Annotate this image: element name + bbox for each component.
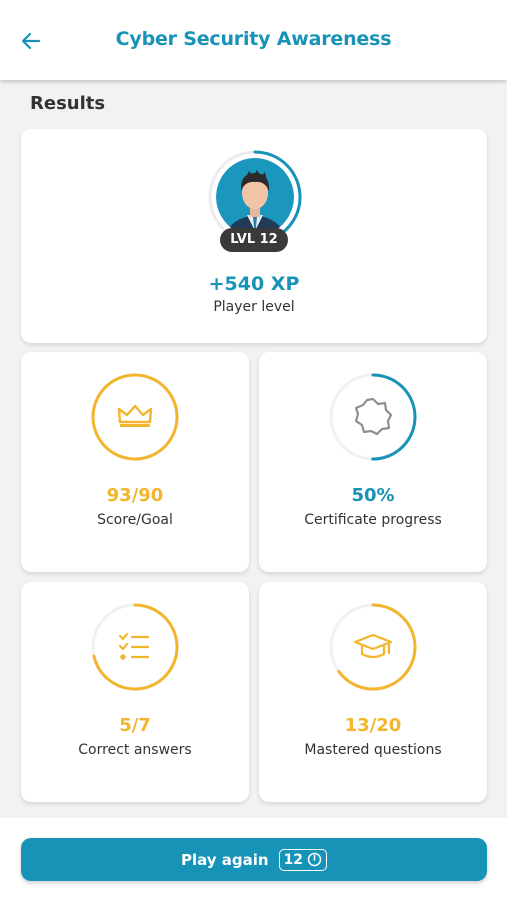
- timer-icon: [307, 852, 322, 867]
- correct-answers-ring: [91, 603, 179, 691]
- correct-answers-card: 5/7 Correct answers: [21, 582, 249, 802]
- player-level-card: LVL 12 +540 XP Player level: [21, 129, 487, 343]
- page-title: Cyber Security Awareness: [115, 28, 392, 50]
- mastered-questions-ring: [329, 603, 417, 691]
- correct-answers-value: 5/7: [119, 715, 151, 736]
- certificate-progress-card: 50% Certificate progress: [259, 352, 487, 572]
- play-count-badge: 12: [278, 848, 328, 871]
- certificate-value: 50%: [351, 485, 395, 506]
- app-header: Cyber Security Awareness: [0, 0, 507, 80]
- xp-value: +540 XP: [208, 273, 300, 295]
- level-badge: LVL 12: [220, 228, 288, 252]
- score-label: Score/Goal: [97, 512, 173, 528]
- correct-answers-label: Correct answers: [78, 742, 192, 758]
- play-again-label: Play again: [180, 850, 269, 869]
- results-heading: Results: [30, 93, 106, 114]
- play-count-value: 12: [283, 851, 304, 868]
- score-goal-card: 93/90 Score/Goal: [21, 352, 249, 572]
- score-value: 93/90: [106, 485, 164, 506]
- score-ring: [91, 373, 179, 461]
- play-again-button[interactable]: Play again 12: [21, 838, 487, 881]
- certificate-label: Certificate progress: [304, 512, 442, 528]
- mastered-questions-label: Mastered questions: [304, 742, 442, 758]
- player-level-label: Player level: [213, 299, 295, 315]
- crown-icon: [117, 404, 153, 427]
- checklist-icon: [118, 632, 150, 660]
- certificate-ring: [329, 373, 417, 461]
- mastered-questions-value: 13/20: [344, 715, 402, 736]
- mastered-questions-card: 13/20 Mastered questions: [259, 582, 487, 802]
- certificate-badge-icon: [354, 397, 393, 436]
- graduation-cap-icon: [353, 633, 393, 659]
